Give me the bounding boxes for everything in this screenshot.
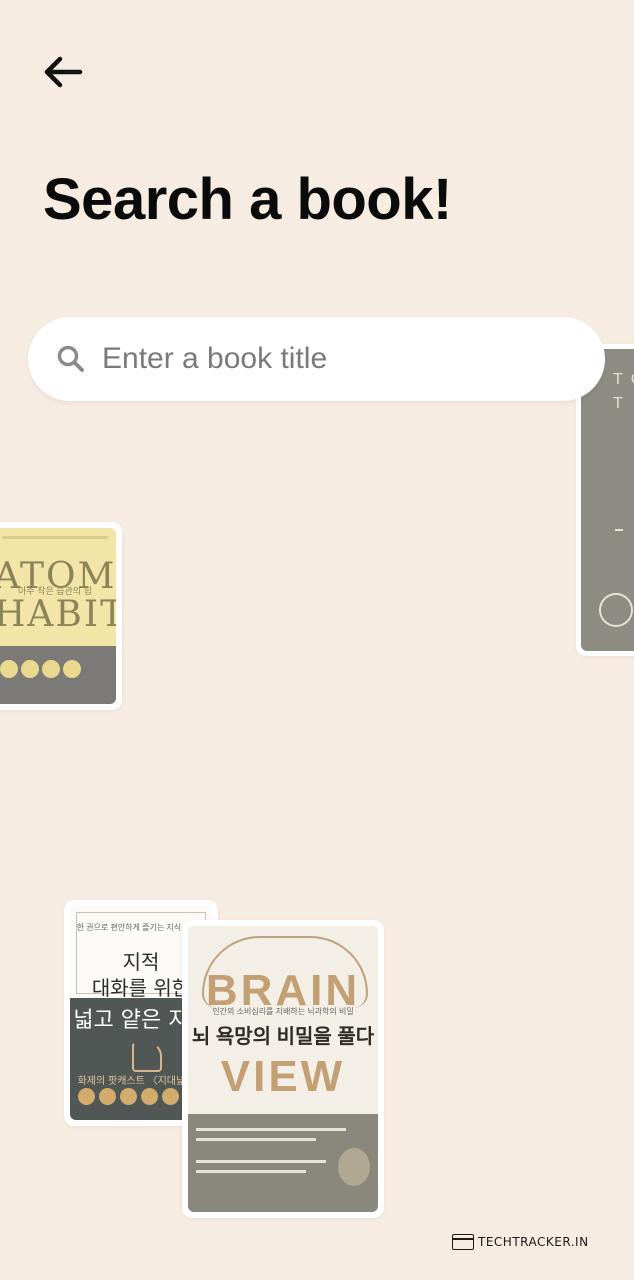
book-atomic-habits[interactable]: ATOMIC 아주 작은 습관의 힘 HABITS	[0, 522, 122, 710]
cover-text: T	[613, 395, 625, 412]
cover-text: VIEW	[220, 1052, 346, 1101]
cover-korean-title: 뇌 욕망의 비밀을 풀다	[191, 1026, 375, 1048]
book-cover: T O T	[581, 349, 634, 651]
cover-text: T O	[613, 371, 634, 388]
badge	[338, 1148, 370, 1186]
page-title: Search a book!	[43, 167, 452, 232]
browser-icon	[452, 1234, 474, 1250]
book-cover: ATOMIC 아주 작은 습관의 힘 HABITS	[0, 528, 116, 704]
search-icon	[57, 345, 84, 372]
book-cover: BRAIN 인간의 소비심리를 지배하는 뇌과학의 비밀 뇌 욕망의 비밀을 풀…	[188, 926, 378, 1212]
search-bar[interactable]	[28, 317, 605, 401]
search-input[interactable]	[100, 341, 544, 377]
back-button[interactable]	[40, 52, 86, 92]
laurel-icon	[599, 593, 633, 627]
watermark-text: TECHTRACKER.IN	[478, 1235, 589, 1249]
watermark: TECHTRACKER.IN	[452, 1234, 589, 1250]
cover-subtitle: 인간의 소비심리를 지배하는 뇌과학의 비밀	[212, 1007, 354, 1016]
rocking-chair-icon	[132, 1042, 162, 1072]
arrow-left-icon	[44, 56, 83, 88]
book-brain-view[interactable]: BRAIN 인간의 소비심리를 지배하는 뇌과학의 비밀 뇌 욕망의 비밀을 풀…	[182, 920, 384, 1218]
cover-text: HABITS	[0, 594, 116, 635]
